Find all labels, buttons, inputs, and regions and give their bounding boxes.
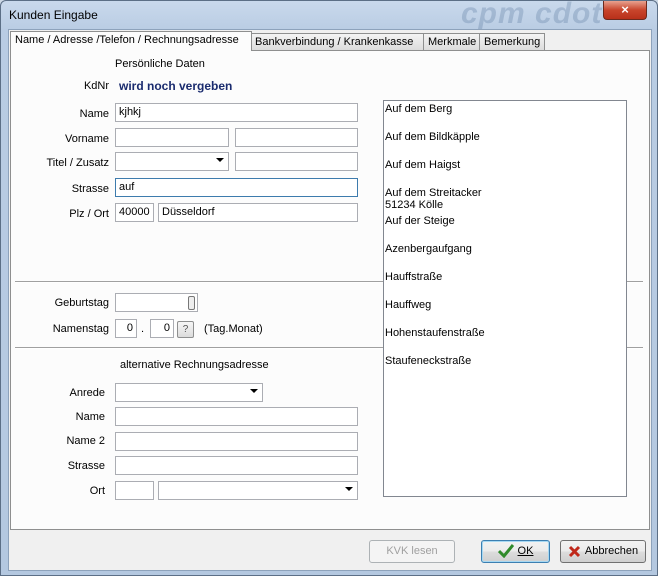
namenstag-label: Namenstag xyxy=(52,323,109,335)
vorname2-field[interactable] xyxy=(235,128,358,147)
strasse-field[interactable]: auf xyxy=(115,178,358,197)
street-list-item[interactable]: Auf dem Berg xyxy=(385,103,452,115)
name-field[interactable]: kjhkj xyxy=(115,103,358,122)
cancel-x-icon xyxy=(568,545,580,557)
alt-ort-label: Ort xyxy=(89,485,105,497)
street-list-item[interactable]: Auf dem Bildkäpple xyxy=(385,131,480,143)
dialog-body: Name / Adresse /Telefon / Rechnungsadres… xyxy=(8,29,652,571)
abbrechen-button[interactable]: Abbrechen xyxy=(560,540,646,563)
street-list-item[interactable]: Hauffweg xyxy=(385,299,431,311)
abbrechen-label: Abbrechen xyxy=(584,545,639,557)
name-label: Name xyxy=(79,108,109,120)
titel-combobox[interactable] xyxy=(115,152,229,171)
vorname-field[interactable] xyxy=(115,128,229,147)
brand-logo: cpm cdot xyxy=(461,0,603,30)
street-list-item[interactable]: Staufeneckstraße xyxy=(385,355,471,367)
plz-ort-label: Plz / Ort xyxy=(69,208,109,220)
namenstag-format-hint: (Tag.Monat) xyxy=(204,323,263,335)
zusatz-field[interactable] xyxy=(235,152,358,171)
geburtstag-label: Geburtstag xyxy=(54,297,109,309)
tab-merkmale[interactable]: Merkmale xyxy=(423,33,481,50)
kdnr-value: wird noch vergeben xyxy=(119,79,233,93)
kvk-lesen-button[interactable]: KVK lesen xyxy=(369,540,455,563)
alt-name-field[interactable] xyxy=(115,407,358,426)
alt-name-label: Name xyxy=(75,411,105,423)
ok-button[interactable]: OK xyxy=(481,540,550,563)
app-window: Kunden Eingabe cpm cdot × Name / Adresse… xyxy=(0,0,658,576)
street-suggestion-list[interactable]: Auf dem Berg Auf dem Bildkäpple Auf dem Ha… xyxy=(383,100,627,497)
plz-field[interactable]: 40000 xyxy=(115,203,154,222)
titel-zusatz-label: Titel / Zusatz xyxy=(46,157,109,169)
tab-bemerkung[interactable]: Bemerkung xyxy=(479,33,545,50)
strasse-label: Strasse xyxy=(71,183,109,195)
anrede-label: Anrede xyxy=(69,387,105,399)
alt-name2-field[interactable] xyxy=(115,432,358,451)
street-list-item[interactable]: Auf der Steige xyxy=(385,215,455,227)
anrede-combobox[interactable] xyxy=(115,383,263,402)
date-separator: . xyxy=(141,323,145,335)
street-list-item[interactable]: Azenbergaufgang xyxy=(385,243,472,255)
close-button[interactable]: × xyxy=(603,1,647,20)
alt-strasse-field[interactable] xyxy=(115,456,358,475)
section-title-alt-address: alternative Rechnungsadresse xyxy=(120,359,269,371)
ok-label: OK xyxy=(517,545,534,557)
namenstag-help-button[interactable]: ? xyxy=(177,321,194,338)
ort-field[interactable]: Düsseldorf xyxy=(158,203,358,222)
chevron-down-icon[interactable] xyxy=(250,389,258,393)
alt-strasse-label: Strasse xyxy=(67,460,105,472)
help-icon: ? xyxy=(182,324,189,335)
namenstag-tag-field[interactable]: 0 xyxy=(115,319,137,338)
tab-bankverbindung[interactable]: Bankverbindung / Krankenkasse xyxy=(250,33,425,50)
street-list-item[interactable]: Hohenstaufenstraße xyxy=(385,327,485,339)
geburtstag-field[interactable] xyxy=(115,293,198,312)
street-list-item[interactable]: Auf dem Haigst xyxy=(385,159,460,171)
vorname-label: Vorname xyxy=(64,133,109,145)
section-title-personal: Persönliche Daten xyxy=(115,58,205,70)
tab-name-adresse[interactable]: Name / Adresse /Telefon / Rechnungsadres… xyxy=(10,31,252,51)
street-list-item[interactable]: Auf dem Streitacker 51234 Kölle xyxy=(385,187,482,211)
window-title: Kunden Eingabe xyxy=(9,8,98,22)
tab-page: Persönliche Daten KdNr wird noch vergebe… xyxy=(10,50,650,530)
kdnr-label: KdNr xyxy=(83,80,109,92)
chevron-down-icon[interactable] xyxy=(216,158,224,162)
alt-plz-field[interactable] xyxy=(115,481,154,500)
street-list-item[interactable]: Hauffstraße xyxy=(385,271,442,283)
alt-name2-label: Name 2 xyxy=(66,435,105,447)
chevron-down-icon[interactable] xyxy=(345,487,353,491)
namenstag-monat-field[interactable]: 0 xyxy=(150,319,174,338)
check-icon xyxy=(497,544,514,559)
date-picker-toggle[interactable] xyxy=(188,296,195,310)
alt-ort-combobox[interactable] xyxy=(158,481,358,500)
title-bar[interactable]: Kunden Eingabe cpm cdot × xyxy=(1,0,657,30)
